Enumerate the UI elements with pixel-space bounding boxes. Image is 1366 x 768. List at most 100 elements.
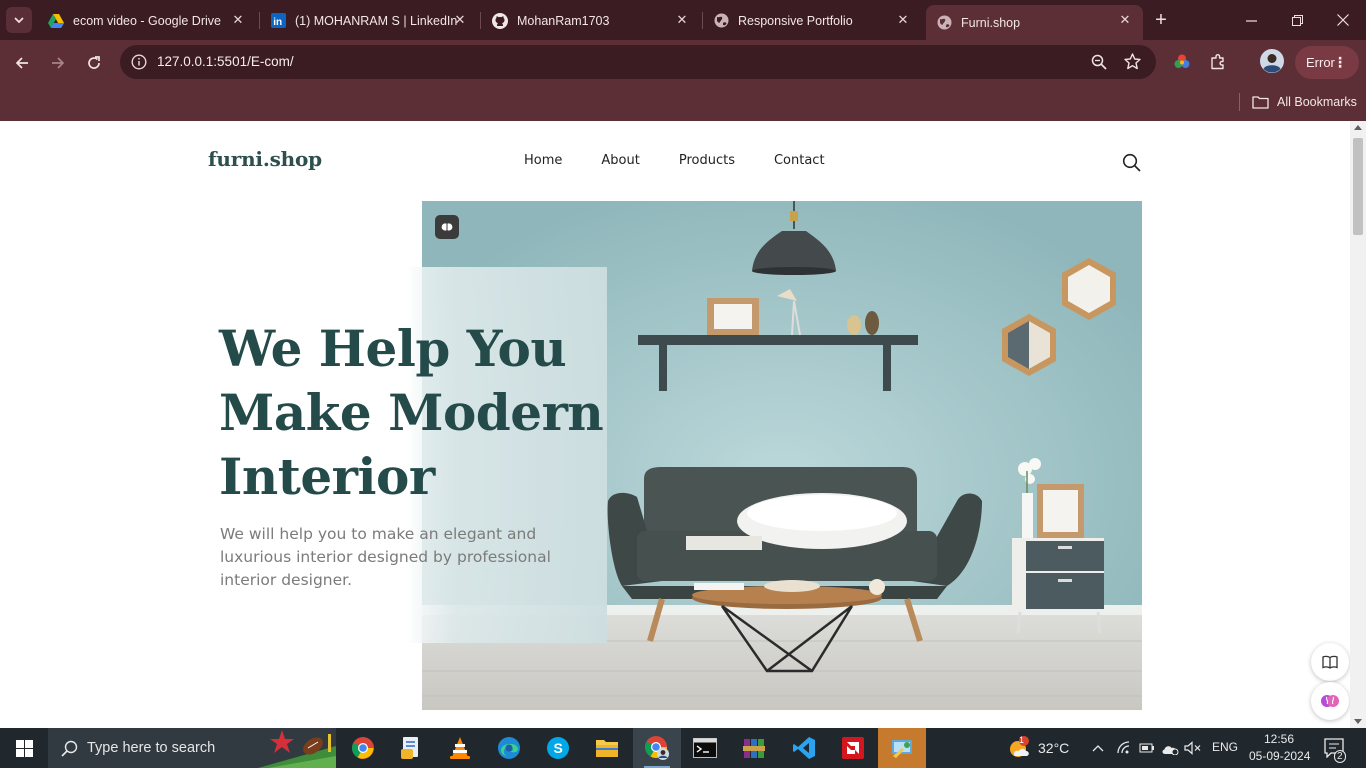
tab-title: Responsive Portfolio bbox=[738, 13, 853, 28]
control-panel-icon bbox=[892, 740, 912, 758]
edge-icon bbox=[498, 737, 520, 759]
taskbar-file-tool[interactable] bbox=[387, 728, 435, 768]
skype-icon: S bbox=[547, 737, 569, 759]
volume-muted-icon[interactable] bbox=[1184, 739, 1202, 757]
back-button[interactable] bbox=[9, 50, 35, 76]
arrow-left-icon bbox=[15, 57, 28, 69]
profile-error-button[interactable]: Error ⋮ bbox=[1295, 46, 1359, 79]
nav-link-home[interactable]: Home bbox=[524, 153, 562, 168]
search-icon[interactable] bbox=[1122, 153, 1141, 172]
start-button[interactable] bbox=[0, 728, 48, 768]
tab-github[interactable]: MohanRam1703 ✕ bbox=[482, 5, 700, 36]
reading-mode-button[interactable] bbox=[1311, 643, 1349, 681]
globe-icon bbox=[936, 15, 952, 31]
tab-responsive-portfolio[interactable]: Responsive Portfolio ✕ bbox=[703, 5, 921, 36]
input-language[interactable]: ENG bbox=[1212, 740, 1238, 754]
url-text[interactable]: 127.0.0.1:5501/E-com/ bbox=[157, 54, 294, 69]
taskbar-control-panel[interactable] bbox=[878, 728, 926, 768]
all-bookmarks-button[interactable]: All Bookmarks bbox=[1252, 92, 1357, 112]
minimize-button[interactable] bbox=[1239, 8, 1263, 32]
svg-text:in: in bbox=[273, 17, 282, 28]
tab-google-drive[interactable]: ecom video - Google Drive ✕ bbox=[38, 5, 256, 36]
wifi-icon[interactable] bbox=[1115, 739, 1133, 757]
taskbar-chrome-profile[interactable] bbox=[633, 728, 681, 768]
nav-link-contact[interactable]: Contact bbox=[774, 153, 825, 168]
all-bookmarks-label: All Bookmarks bbox=[1277, 95, 1357, 109]
weather-temp[interactable]: 32°C bbox=[1038, 740, 1069, 756]
color-extension-icon[interactable] bbox=[1171, 51, 1193, 73]
profile-avatar[interactable] bbox=[1260, 49, 1284, 73]
forward-button[interactable] bbox=[45, 50, 71, 76]
browser-toolbar: 127.0.0.1:5501/E-com/ Error ⋮ bbox=[0, 40, 1366, 85]
close-tab-icon[interactable]: ✕ bbox=[452, 12, 468, 28]
zoom-icon[interactable] bbox=[1090, 53, 1108, 71]
clock-date[interactable]: 05-09-2024 bbox=[1249, 749, 1310, 763]
scroll-down-arrow-icon[interactable] bbox=[1354, 719, 1362, 724]
hero-subtitle: We will help you to make an elegant and … bbox=[220, 525, 551, 589]
tab-furni-shop[interactable]: Furni.shop ✕ bbox=[926, 5, 1143, 40]
tab-linkedin[interactable]: in (1) MOHANRAM S | LinkedIn ✕ bbox=[260, 5, 478, 36]
tab-divider bbox=[480, 12, 481, 29]
scroll-up-arrow-icon[interactable] bbox=[1354, 125, 1362, 130]
clock-time[interactable]: 12:56 bbox=[1264, 732, 1294, 746]
scroll-thumb[interactable] bbox=[1353, 138, 1363, 235]
page-viewport: furni.shop Home About Products Contact W… bbox=[0, 121, 1350, 728]
chrome-profile-icon bbox=[645, 736, 669, 760]
brain-icon bbox=[441, 223, 453, 231]
taskbar-terminal[interactable] bbox=[681, 728, 729, 768]
taskbar-file-explorer[interactable] bbox=[583, 728, 631, 768]
address-bar[interactable]: 127.0.0.1:5501/E-com/ bbox=[120, 45, 1156, 79]
tab-title: (1) MOHANRAM S | LinkedIn bbox=[295, 13, 458, 28]
hero-title: We Help You Make Modern Interior bbox=[219, 319, 604, 506]
close-tab-icon[interactable]: ✕ bbox=[1117, 12, 1133, 28]
vscode-icon bbox=[793, 737, 815, 759]
taskbar-skype[interactable]: S bbox=[534, 728, 582, 768]
arrow-right-icon bbox=[52, 57, 65, 69]
tab-strip: ecom video - Google Drive ✕ in (1) MOHAN… bbox=[0, 0, 1366, 40]
taskbar-vlc[interactable] bbox=[436, 728, 484, 768]
close-tab-icon[interactable]: ✕ bbox=[895, 12, 911, 28]
new-tab-button[interactable]: + bbox=[1150, 9, 1172, 31]
document-icon bbox=[401, 737, 418, 759]
chrome-icon bbox=[352, 737, 374, 759]
terminal-icon bbox=[693, 738, 717, 758]
taskbar-winrar[interactable] bbox=[730, 728, 778, 768]
minimize-icon bbox=[1245, 19, 1257, 22]
battery-icon[interactable] bbox=[1138, 739, 1156, 757]
nav-link-products[interactable]: Products bbox=[679, 153, 735, 168]
archive-books-icon bbox=[743, 739, 765, 758]
restore-button[interactable] bbox=[1285, 8, 1309, 32]
image-tool-badge[interactable] bbox=[435, 215, 459, 239]
taskbar-edge[interactable] bbox=[485, 728, 533, 768]
close-icon bbox=[1337, 14, 1349, 26]
tab-search-button[interactable] bbox=[6, 7, 32, 33]
taskbar-amd-software[interactable] bbox=[829, 728, 877, 768]
extensions-puzzle-icon[interactable] bbox=[1207, 51, 1229, 73]
nav-link-about[interactable]: About bbox=[601, 153, 639, 168]
linkedin-icon: in bbox=[270, 13, 286, 29]
close-tab-icon[interactable]: ✕ bbox=[674, 12, 690, 28]
site-logo[interactable]: furni.shop bbox=[208, 147, 322, 171]
onedrive-cloud-icon[interactable] bbox=[1161, 739, 1179, 757]
close-tab-icon[interactable]: ✕ bbox=[230, 12, 246, 28]
reload-button[interactable] bbox=[81, 50, 107, 76]
bookmark-star-icon[interactable] bbox=[1122, 51, 1142, 71]
taskbar-search-box[interactable]: Type here to search bbox=[48, 728, 336, 768]
amd-icon bbox=[842, 737, 864, 759]
taskbar-vscode[interactable] bbox=[780, 728, 828, 768]
more-vert-icon[interactable]: ⋮ bbox=[1333, 54, 1347, 71]
close-window-button[interactable] bbox=[1331, 8, 1355, 32]
windows-logo-icon bbox=[15, 739, 33, 757]
site-info-icon[interactable] bbox=[130, 53, 148, 71]
page-scrollbar[interactable] bbox=[1350, 121, 1366, 728]
chevron-down-icon bbox=[14, 17, 24, 24]
svg-text:S: S bbox=[554, 740, 563, 756]
windows-taskbar: Type here to search S 1 32°C ENG 12:56 0… bbox=[0, 728, 1366, 768]
folder-icon bbox=[1252, 95, 1269, 109]
taskbar-chrome[interactable] bbox=[339, 728, 387, 768]
profile-error-label: Error bbox=[1306, 55, 1335, 70]
weather-badge: 1 bbox=[1019, 735, 1025, 745]
brain-icon bbox=[1321, 695, 1339, 707]
ai-assistant-button[interactable] bbox=[1311, 682, 1349, 720]
show-hidden-icons-chevron-icon[interactable] bbox=[1089, 739, 1107, 757]
